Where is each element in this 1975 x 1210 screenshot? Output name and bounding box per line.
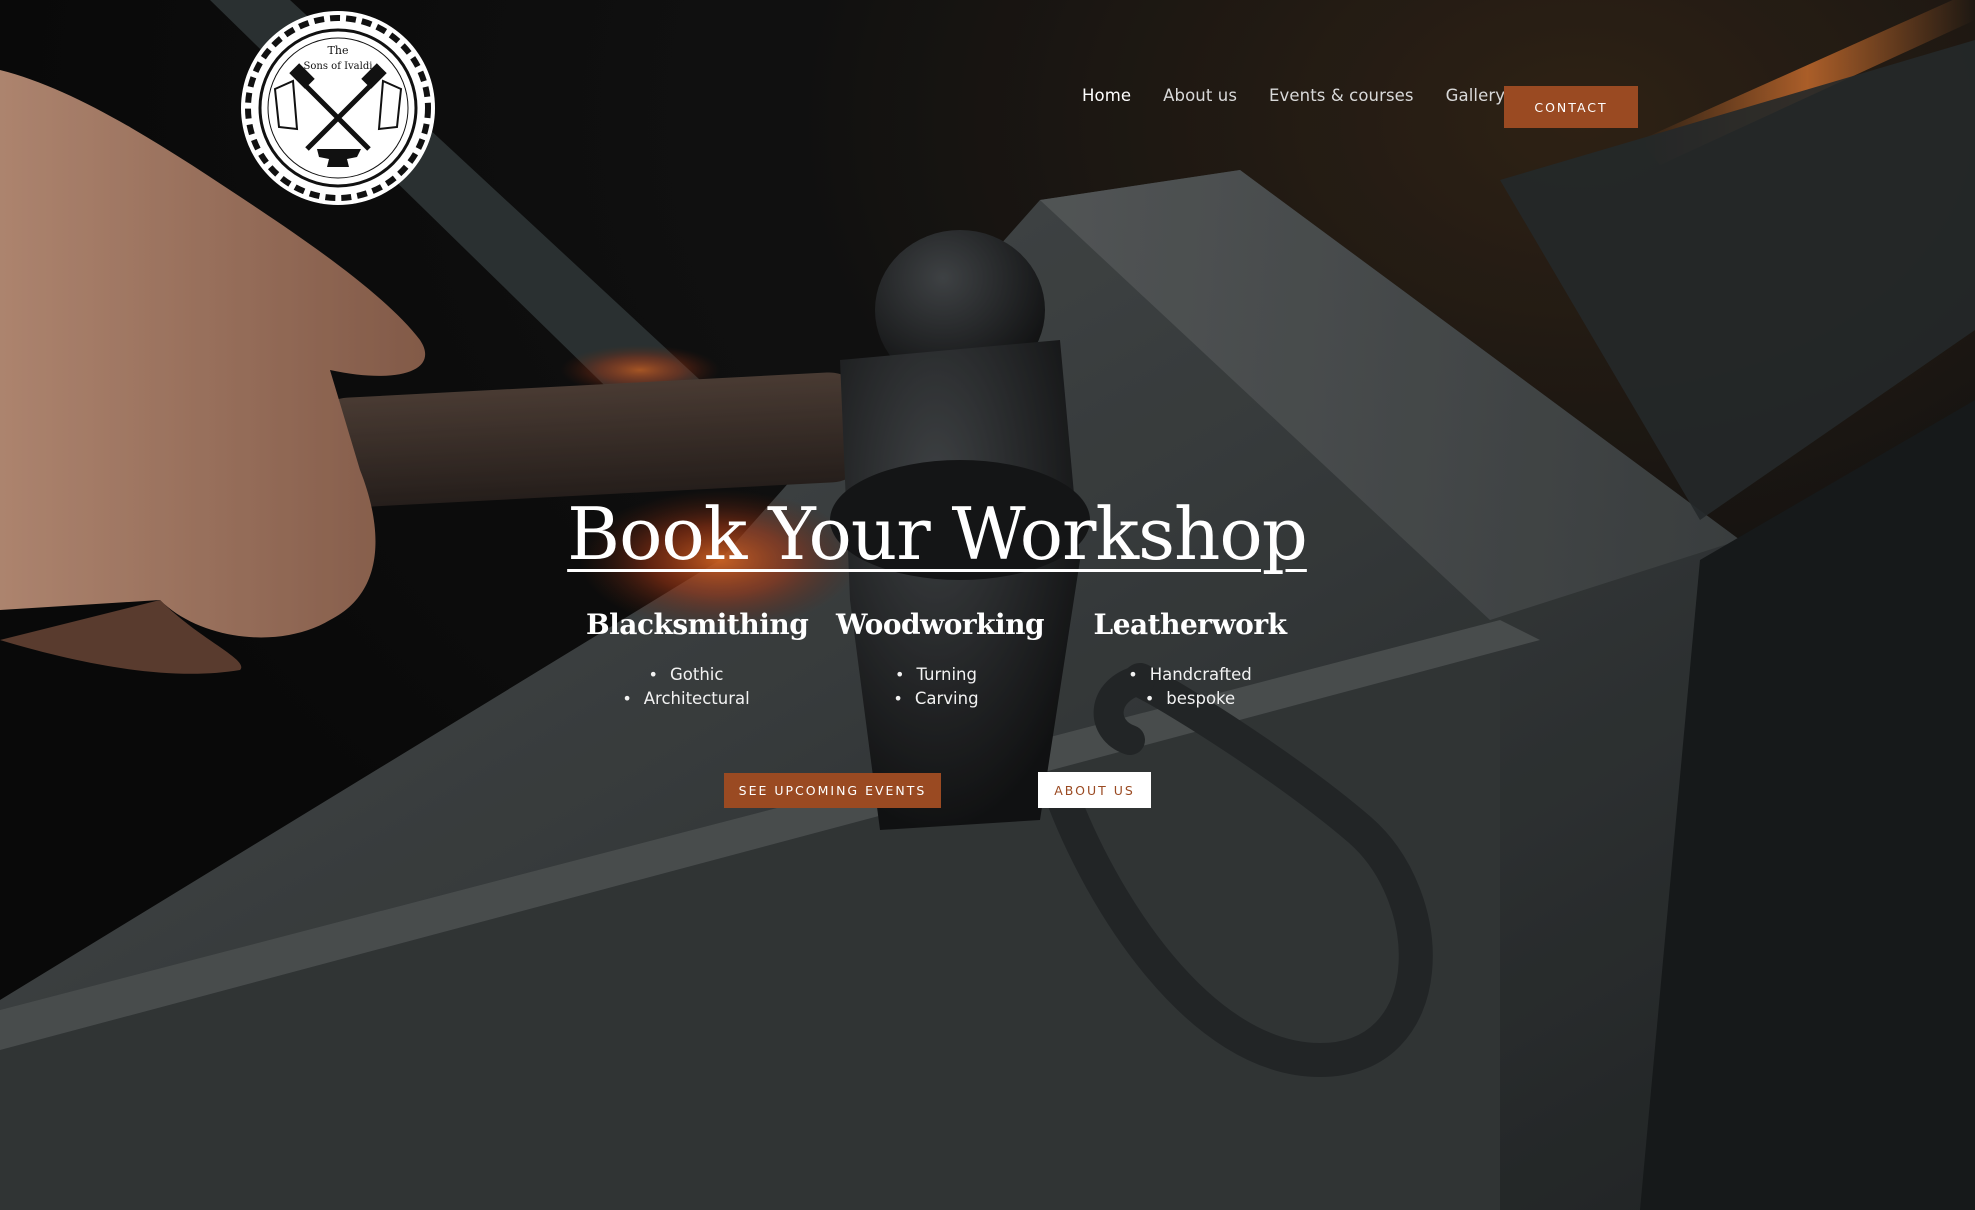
list-item: Handcrafted (1090, 663, 1290, 687)
list-item: Turning (836, 663, 1036, 687)
list-item: Carving (836, 687, 1036, 711)
category-heading: Woodworking (836, 608, 1045, 641)
hero-title: Book Your Workshop (567, 492, 1308, 576)
list-item: Architectural (586, 687, 786, 711)
site-logo[interactable]: The Sons of Ivaldi (239, 9, 437, 207)
category-list: Turning Carving (836, 663, 1036, 711)
nav-home[interactable]: Home (1082, 86, 1131, 105)
list-item: bespoke (1090, 687, 1290, 711)
main-nav: Home About us Events & courses Gallery (1082, 86, 1537, 105)
category-list: Handcrafted bespoke (1090, 663, 1290, 711)
category-list: Gothic Architectural (586, 663, 786, 711)
category-leatherwork: Leatherwork Handcrafted bespoke (1090, 608, 1290, 711)
about-us-button[interactable]: ABOUT US (1038, 772, 1151, 808)
category-woodworking: Woodworking Turning Carving (836, 608, 1045, 711)
contact-button[interactable]: CONTACT (1504, 86, 1638, 128)
nav-about-us[interactable]: About us (1163, 86, 1237, 105)
see-upcoming-events-button[interactable]: SEE UPCOMING EVENTS (724, 773, 941, 808)
category-heading: Blacksmithing (586, 608, 809, 641)
logo-text-line1: The (328, 44, 349, 57)
category-heading: Leatherwork (1093, 608, 1287, 641)
category-blacksmithing: Blacksmithing Gothic Architectural (586, 608, 809, 711)
logo-text-line2: Sons of Ivaldi (304, 61, 373, 72)
nav-events-courses[interactable]: Events & courses (1269, 86, 1414, 105)
list-item: Gothic (586, 663, 786, 687)
sons-of-ivaldi-emblem-icon: The Sons of Ivaldi (241, 11, 435, 205)
nav-gallery[interactable]: Gallery (1446, 86, 1505, 105)
